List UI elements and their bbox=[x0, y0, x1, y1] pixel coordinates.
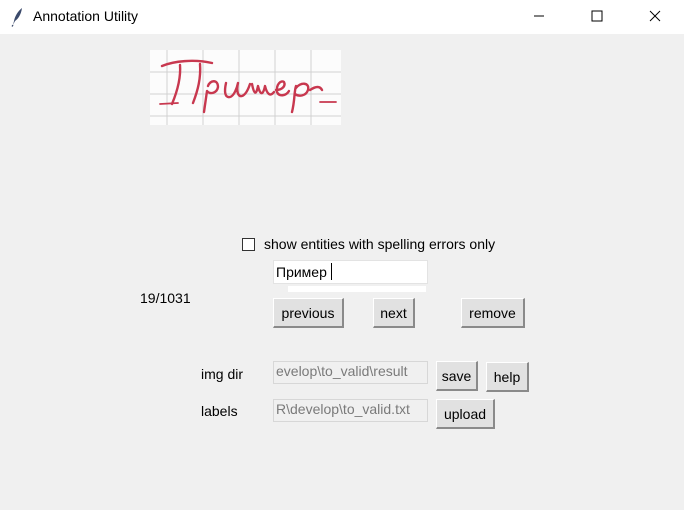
maximize-button[interactable] bbox=[574, 0, 620, 34]
upload-button[interactable]: upload bbox=[436, 399, 495, 429]
entity-counter: 19/1031 bbox=[140, 290, 191, 306]
title-bar[interactable]: Annotation Utility bbox=[0, 0, 684, 34]
close-button[interactable] bbox=[632, 0, 678, 34]
img-dir-label: img dir bbox=[201, 366, 244, 382]
close-icon bbox=[649, 9, 661, 25]
img-dir-field[interactable]: evelop\to_valid\result bbox=[273, 361, 428, 384]
spelling-errors-checkbox[interactable] bbox=[242, 237, 255, 251]
entity-input-scrollbar[interactable] bbox=[288, 286, 426, 292]
remove-button[interactable]: remove bbox=[461, 298, 525, 328]
spelling-errors-filter[interactable]: show entities with spelling errors only bbox=[242, 236, 495, 252]
labels-file-field[interactable]: R\develop\to_valid.txt bbox=[273, 399, 428, 422]
entity-image-preview bbox=[150, 50, 341, 125]
window-title: Annotation Utility bbox=[33, 8, 139, 24]
feather-icon bbox=[9, 7, 27, 27]
help-button[interactable]: help bbox=[486, 362, 529, 392]
main-window: show entities with spelling errors only … bbox=[0, 34, 684, 510]
previous-button[interactable]: previous bbox=[273, 298, 344, 328]
maximize-icon bbox=[591, 9, 603, 25]
next-button[interactable]: next bbox=[373, 298, 415, 328]
spelling-errors-label: show entities with spelling errors only bbox=[264, 236, 496, 252]
labels-label: labels bbox=[201, 403, 238, 419]
text-cursor bbox=[331, 263, 332, 280]
entity-text-input[interactable] bbox=[273, 260, 428, 284]
minimize-icon bbox=[533, 9, 545, 25]
save-button[interactable]: save bbox=[436, 361, 478, 391]
minimize-button[interactable] bbox=[516, 0, 562, 34]
